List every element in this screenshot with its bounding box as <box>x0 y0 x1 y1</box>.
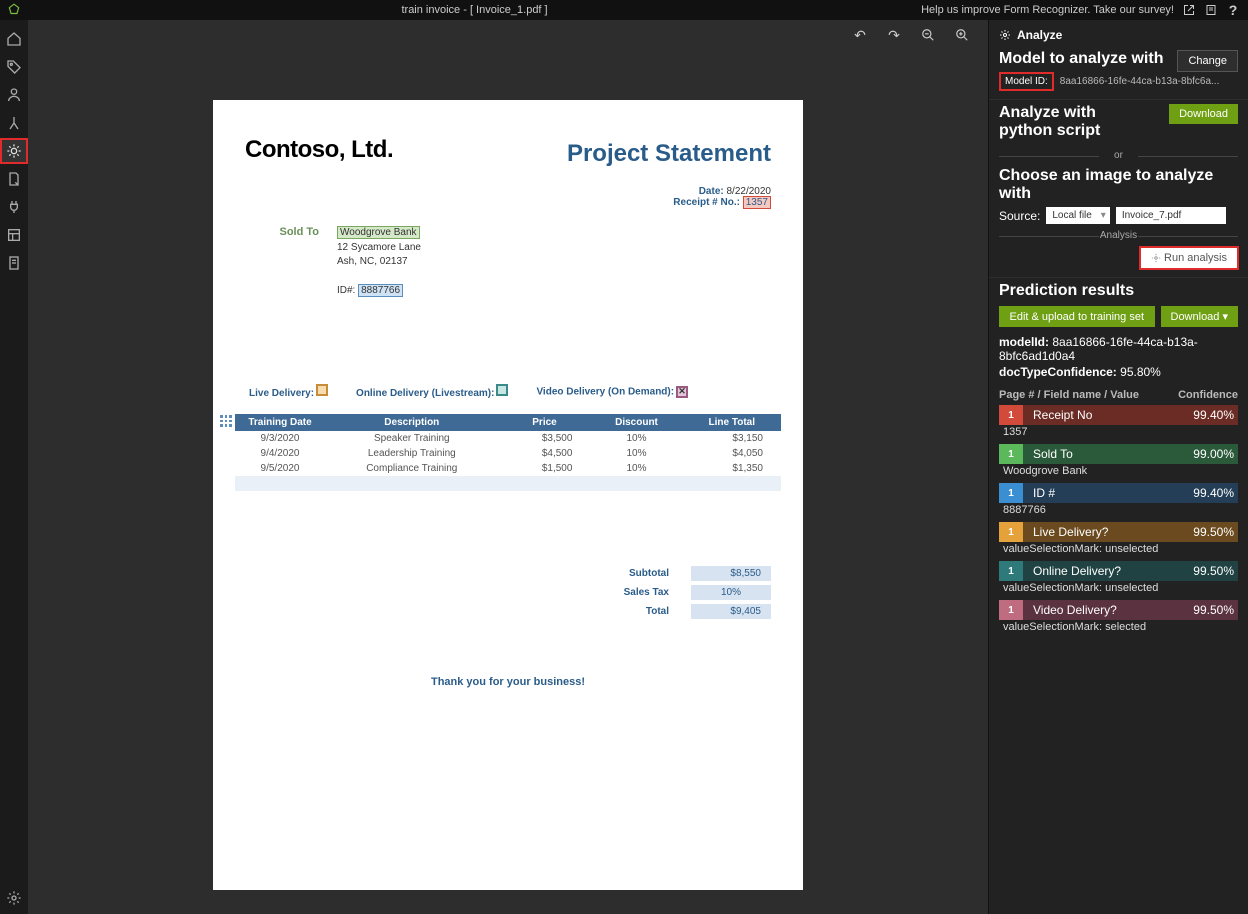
result-row[interactable]: 1Live Delivery?99.50%valueSelectionMark:… <box>999 522 1238 559</box>
choose-image-heading: Choose an image to analyze with <box>999 167 1238 203</box>
model-id-value: 8aa16866-16fe-44ca-b13a-8bfc6a... <box>1060 76 1220 87</box>
tax-value: 10% <box>691 585 771 600</box>
sidebar-home-icon[interactable] <box>0 26 28 52</box>
online-delivery-label: Online Delivery (Livestream): <box>356 388 494 399</box>
col-price: Price <box>499 414 591 431</box>
sidebar-plug-icon[interactable] <box>0 194 28 220</box>
share-icon[interactable] <box>1182 3 1196 17</box>
redo-icon[interactable]: ↷ <box>886 27 902 43</box>
line-items-table: Training Date Description Price Discount… <box>235 414 781 491</box>
addr-line-2: Ash, NC, 02137 <box>337 256 408 267</box>
addr-line-1: 12 Sycamore Lane <box>337 242 421 253</box>
online-delivery-checkbox <box>496 384 508 396</box>
total-label: Total <box>561 606 691 617</box>
analysis-divider: Analysis <box>999 230 1238 241</box>
help-icon[interactable]: ? <box>1226 3 1240 17</box>
or-divider: or <box>999 150 1238 161</box>
subtotal-label: Subtotal <box>561 568 691 579</box>
id-value: 8887766 <box>358 284 403 297</box>
result-row[interactable]: 1Sold To99.00%Woodgrove Bank <box>999 444 1238 481</box>
thanks-message: Thank you for your business! <box>213 676 803 688</box>
date-label: Date: <box>699 186 724 197</box>
analyze-panel: Analyze Model to analyze with Change Mod… <box>988 20 1248 914</box>
document-page: Contoso, Ltd. Project Statement Date: 8/… <box>213 100 803 890</box>
receipt-value: 1357 <box>743 196 771 209</box>
video-delivery-checkbox: ✕ <box>676 386 688 398</box>
customer-name: Woodgrove Bank <box>337 226 420 239</box>
results-hdr-left: Page # / Field name / Value <box>999 389 1139 401</box>
sidebar-merge-icon[interactable] <box>0 110 28 136</box>
source-select[interactable]: Local file <box>1046 207 1109 224</box>
zoom-in-icon[interactable] <box>954 27 970 43</box>
table-grid-icon <box>219 414 233 428</box>
sidebar-tag-icon[interactable] <box>0 54 28 80</box>
col-total: Line Total <box>683 414 781 431</box>
subtotal-value: $8,550 <box>691 566 771 581</box>
result-row[interactable]: 1Online Delivery?99.50%valueSelectionMar… <box>999 561 1238 598</box>
survey-link[interactable]: Help us improve Form Recognizer. Take ou… <box>921 4 1174 16</box>
document-toolbar: ↶ ↷ <box>28 20 988 50</box>
results-list: 1Receipt No99.40%13571Sold To99.00%Woodg… <box>999 405 1238 637</box>
undo-icon[interactable]: ↶ <box>852 27 868 43</box>
doctype-val: 95.80% <box>1120 365 1161 379</box>
analyze-gear-icon <box>999 29 1011 41</box>
statement-heading: Project Statement <box>567 140 771 168</box>
video-delivery-label: Video Delivery (On Demand): <box>536 386 674 397</box>
receipt-label: Receipt # No.: <box>673 197 740 208</box>
modelid-key: modelId: <box>999 335 1049 349</box>
source-label: Source: <box>999 209 1040 223</box>
zoom-out-icon[interactable] <box>920 27 936 43</box>
model-id-label: Model ID: <box>999 72 1054 91</box>
live-delivery-checkbox <box>316 384 328 396</box>
live-delivery-label: Live Delivery: <box>249 388 314 399</box>
sidebar-page-icon[interactable] <box>0 250 28 276</box>
result-row[interactable]: 1Receipt No99.40%1357 <box>999 405 1238 442</box>
analyze-heading: Analyze <box>1017 28 1062 42</box>
sidebar-analyze-icon[interactable] <box>0 138 28 164</box>
titlebar: train invoice - [ Invoice_1.pdf ] Help u… <box>0 0 1248 20</box>
results-hdr-right: Confidence <box>1178 389 1238 401</box>
col-desc: Description <box>325 414 499 431</box>
sold-to-label: Sold To <box>249 226 319 299</box>
run-analysis-button[interactable]: Run analysis <box>1140 247 1238 269</box>
sidebar-layout-icon[interactable] <box>0 222 28 248</box>
col-discount: Discount <box>590 414 682 431</box>
feedback-icon[interactable] <box>1204 3 1218 17</box>
sidebar-settings-icon[interactable] <box>0 888 28 914</box>
script-heading: Analyze with python script <box>999 104 1149 140</box>
app-logo <box>0 3 28 17</box>
edit-upload-button[interactable]: Edit & upload to training set <box>999 306 1155 327</box>
result-row[interactable]: 1Video Delivery?99.50%valueSelectionMark… <box>999 600 1238 637</box>
download-results-button[interactable]: Download ▾ <box>1161 306 1239 327</box>
download-script-button[interactable]: Download <box>1169 104 1238 124</box>
titlebar-title: train invoice - [ Invoice_1.pdf ] <box>28 4 921 16</box>
sidebar-person-icon[interactable] <box>0 82 28 108</box>
image-name-input[interactable]: Invoice_7.pdf <box>1116 207 1226 224</box>
sidebar-doc-icon[interactable] <box>0 166 28 192</box>
tax-label: Sales Tax <box>561 587 691 598</box>
col-date: Training Date <box>235 414 325 431</box>
sidebar <box>0 20 28 914</box>
id-label: ID#: <box>337 285 355 296</box>
change-button[interactable]: Change <box>1177 50 1238 72</box>
result-row[interactable]: 1ID #99.40%8887766 <box>999 483 1238 520</box>
doctype-key: docTypeConfidence: <box>999 365 1117 379</box>
model-heading: Model to analyze with <box>999 50 1163 68</box>
results-heading: Prediction results <box>999 282 1238 300</box>
total-value: $9,405 <box>691 604 771 619</box>
